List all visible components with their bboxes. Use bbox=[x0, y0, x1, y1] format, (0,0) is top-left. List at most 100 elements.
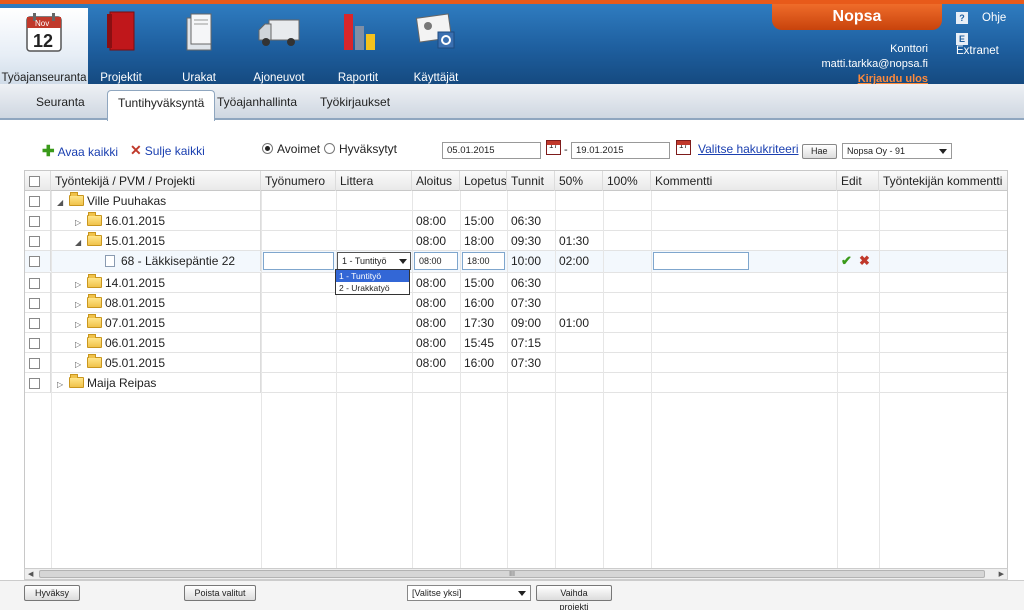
hours-cell: 06:30 bbox=[511, 276, 542, 290]
table-row[interactable]: ▷ 05.01.2015 08:00 16:00 07:30 bbox=[25, 353, 1007, 373]
nav-projektit[interactable]: Projektit bbox=[92, 8, 150, 86]
nav-urakat[interactable]: Urakat bbox=[170, 8, 228, 86]
search-button[interactable]: Hae bbox=[802, 144, 837, 159]
tab-tuntihyvaksynta[interactable]: Tuntihyväksyntä bbox=[107, 90, 216, 121]
close-all-button[interactable]: ✕ Sulje kaikki bbox=[130, 142, 205, 159]
tree-label[interactable]: 16.01.2015 bbox=[105, 214, 165, 228]
row-checkbox[interactable] bbox=[29, 196, 40, 207]
folder-icon bbox=[87, 232, 102, 246]
collapse-icon[interactable]: ◢ bbox=[57, 193, 69, 211]
row-checkbox[interactable] bbox=[29, 256, 40, 267]
col-header[interactable]: Tunnit bbox=[507, 171, 555, 191]
help-link[interactable]: ? Ohje bbox=[956, 12, 1006, 24]
row-checkbox[interactable] bbox=[29, 318, 40, 329]
x-icon[interactable]: ✖ bbox=[859, 253, 870, 269]
start-cell: 08:00 bbox=[416, 296, 447, 310]
col-header[interactable]: Lopetus bbox=[460, 171, 507, 191]
table-row[interactable]: ▷ 08.01.2015 08:00 16:00 07:30 bbox=[25, 293, 1007, 313]
table-row[interactable]: ▷ 16.01.2015 08:00 15:00 06:30 bbox=[25, 211, 1007, 231]
expand-icon[interactable]: ▷ bbox=[75, 315, 87, 333]
check-icon[interactable]: ✔ bbox=[841, 253, 852, 269]
table-row[interactable]: ▷ 06.01.2015 08:00 15:45 07:15 bbox=[25, 333, 1007, 353]
expand-icon[interactable]: ▷ bbox=[57, 375, 69, 393]
col-header[interactable]: Aloitus bbox=[412, 171, 460, 191]
nav-ajoneuvot[interactable]: Ajoneuvot bbox=[248, 8, 310, 86]
work-number-input[interactable] bbox=[263, 252, 334, 270]
approve-button[interactable]: Hyväksy bbox=[24, 585, 80, 601]
scroll-left-icon[interactable]: ◀ bbox=[28, 570, 33, 578]
radio-open[interactable]: Avoimet bbox=[262, 142, 320, 156]
row-checkbox[interactable] bbox=[29, 358, 40, 369]
collapse-icon[interactable]: ◢ bbox=[75, 233, 87, 251]
row-checkbox[interactable] bbox=[29, 338, 40, 349]
col-header[interactable]: Työntekijän kommentti bbox=[879, 171, 1007, 191]
expand-icon[interactable]: ▷ bbox=[75, 275, 87, 293]
col-header[interactable]: 50% bbox=[555, 171, 603, 191]
start-cell: 08:00 bbox=[416, 234, 447, 248]
date-from-input[interactable]: 05.01.2015 bbox=[442, 142, 541, 159]
select-all-checkbox[interactable] bbox=[29, 176, 40, 187]
scroll-right-icon[interactable]: ▶ bbox=[999, 570, 1004, 578]
tree-label[interactable]: Maija Reipas bbox=[87, 376, 156, 390]
tree-label[interactable]: 08.01.2015 bbox=[105, 296, 165, 310]
start-time-input[interactable]: 08:00 bbox=[414, 252, 458, 270]
table-row[interactable]: ◢ Ville Puuhakas bbox=[25, 191, 1007, 211]
nav-tyoajanseuranta[interactable]: Nov 12 Työajanseuranta bbox=[0, 8, 88, 86]
row-checkbox[interactable] bbox=[29, 278, 40, 289]
change-project-button[interactable]: Vaihda projekti bbox=[536, 585, 612, 610]
tree-label[interactable]: 15.01.2015 bbox=[105, 234, 165, 248]
expand-icon[interactable]: ▷ bbox=[75, 335, 87, 353]
table-row-editing[interactable]: 68 - Läkkisepäntie 22 1 - Tuntityö 08:00 18… bbox=[25, 251, 1007, 273]
littera-option[interactable]: 1 - Tuntityö bbox=[336, 270, 409, 282]
expand-icon[interactable]: ▷ bbox=[75, 213, 87, 231]
end-cell: 15:45 bbox=[464, 336, 495, 350]
tree-label[interactable]: 14.01.2015 bbox=[105, 276, 165, 290]
tree-label[interactable]: Ville Puuhakas bbox=[87, 194, 166, 208]
table-row[interactable]: ▷ 14.01.2015 08:00 15:00 06:30 bbox=[25, 273, 1007, 293]
nav-raportit[interactable]: Raportit bbox=[332, 8, 384, 86]
criteria-link[interactable]: Valitse hakukriteeri bbox=[698, 142, 799, 156]
col-header[interactable]: Työntekijä / PVM / Projekti bbox=[51, 171, 261, 191]
open-all-button[interactable]: ✚ Avaa kaikki bbox=[42, 142, 118, 160]
tree-label[interactable]: 68 - Läkkisepäntie 22 bbox=[121, 254, 235, 268]
table-row[interactable]: ▷ Maija Reipas bbox=[25, 373, 1007, 393]
littera-select[interactable]: 1 - Tuntityö bbox=[337, 252, 411, 270]
tab-tyokirjaukset[interactable]: Työkirjaukset bbox=[310, 92, 400, 120]
calendar-to-icon[interactable]: 17 bbox=[676, 140, 691, 155]
littera-option[interactable]: 2 - Urakkatyö bbox=[336, 282, 409, 294]
project-select-value: [Valitse yksi] bbox=[412, 588, 462, 598]
user-card-icon bbox=[415, 13, 455, 49]
col-header[interactable]: 100% bbox=[603, 171, 651, 191]
calendar-from-icon[interactable]: 17 bbox=[546, 140, 561, 155]
col-header[interactable]: Kommentti bbox=[651, 171, 837, 191]
end-time-input[interactable]: 18:00 bbox=[462, 252, 505, 270]
tab-seuranta[interactable]: Seuranta bbox=[26, 92, 95, 120]
table-row[interactable]: ▷ 07.01.2015 08:00 17:30 09:00 01:00 bbox=[25, 313, 1007, 333]
littera-select-value: 1 - Tuntityö bbox=[342, 256, 387, 266]
row-checkbox[interactable] bbox=[29, 216, 40, 227]
company-select[interactable]: Nopsa Oy - 91 bbox=[842, 143, 952, 159]
extranet-link[interactable]: EExtranet bbox=[956, 33, 1024, 57]
tab-tyoajanhallinta[interactable]: Työajanhallinta bbox=[207, 92, 307, 120]
col-header[interactable]: Työnumero bbox=[261, 171, 336, 191]
comment-input[interactable] bbox=[653, 252, 749, 270]
col-header[interactable]: Littera bbox=[336, 171, 412, 191]
col-header[interactable]: Edit bbox=[837, 171, 879, 191]
scroll-thumb[interactable]: III bbox=[39, 570, 985, 578]
tree-cell: ▷ 14.01.2015 bbox=[51, 273, 261, 293]
horizontal-scrollbar[interactable]: ◀ III ▶ bbox=[24, 568, 1008, 580]
expand-icon[interactable]: ▷ bbox=[75, 355, 87, 373]
table-row[interactable]: ◢ 15.01.2015 08:00 18:00 09:30 01:30 bbox=[25, 231, 1007, 251]
tree-label[interactable]: 07.01.2015 bbox=[105, 316, 165, 330]
tree-label[interactable]: 06.01.2015 bbox=[105, 336, 165, 350]
project-select[interactable]: [Valitse yksi] bbox=[407, 585, 531, 601]
date-to-input[interactable]: 19.01.2015 bbox=[571, 142, 670, 159]
remove-selected-button[interactable]: Poista valitut bbox=[184, 585, 256, 601]
row-checkbox[interactable] bbox=[29, 236, 40, 247]
nav-kayttajat[interactable]: Käyttäjät bbox=[408, 8, 464, 86]
row-checkbox[interactable] bbox=[29, 378, 40, 389]
tree-label[interactable]: 05.01.2015 bbox=[105, 356, 165, 370]
radio-approved[interactable]: Hyväksytyt bbox=[324, 142, 397, 156]
row-checkbox[interactable] bbox=[29, 298, 40, 309]
expand-icon[interactable]: ▷ bbox=[75, 295, 87, 313]
